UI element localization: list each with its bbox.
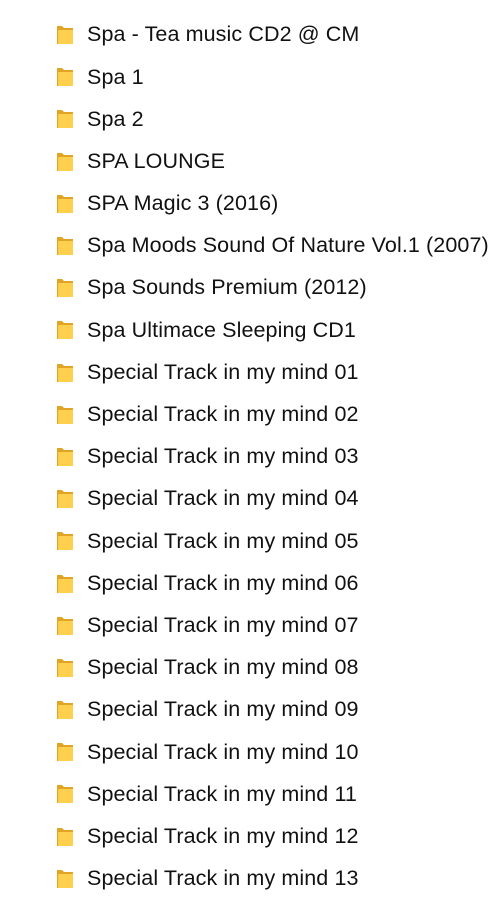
folder-icon xyxy=(55,615,75,637)
folder-icon xyxy=(55,826,75,848)
folder-icon xyxy=(55,362,75,384)
folder-icon xyxy=(55,66,75,88)
folder-icon xyxy=(55,699,75,721)
folder-icon xyxy=(55,319,75,341)
folder-name: Special Track in my mind 13 xyxy=(87,866,359,891)
folder-icon xyxy=(55,277,75,299)
folder-name: Spa 1 xyxy=(87,64,144,89)
folder-icon xyxy=(55,193,75,215)
folder-name: Special Track in my mind 03 xyxy=(87,444,359,469)
folder-name: Special Track in my mind 04 xyxy=(87,486,359,511)
folder-icon xyxy=(55,488,75,510)
folder-name: Special Track in my mind 06 xyxy=(87,570,359,595)
folder-name: SPA LOUNGE xyxy=(87,148,226,173)
folder-item[interactable]: Spa 2 xyxy=(40,98,500,140)
folder-icon xyxy=(55,741,75,763)
folder-icon xyxy=(55,108,75,130)
folder-item[interactable]: Special Track in my mind 05 xyxy=(40,520,500,562)
folder-item[interactable]: Spa Moods Sound Of Nature Vol.1 (2007) xyxy=(40,225,500,267)
folder-item[interactable]: Special Track in my mind 07 xyxy=(40,605,500,647)
folder-item[interactable]: SPA LOUNGE xyxy=(40,141,500,183)
folder-icon xyxy=(55,530,75,552)
folder-icon xyxy=(55,783,75,805)
folder-item[interactable]: Special Track in my mind 04 xyxy=(40,478,500,520)
folder-name: Spa - Tea music CD2 @ CM xyxy=(87,22,360,47)
folder-item[interactable]: Spa 1 xyxy=(40,56,500,98)
folder-list: Spa - Tea music CD2 @ CM Spa 1 Spa 2 SPA… xyxy=(0,0,500,900)
folder-name: Special Track in my mind 07 xyxy=(87,612,359,637)
folder-item[interactable]: Special Track in my mind 02 xyxy=(40,394,500,436)
folder-name: Special Track in my mind 10 xyxy=(87,739,359,764)
folder-name: Spa Moods Sound Of Nature Vol.1 (2007) xyxy=(87,233,489,258)
folder-icon xyxy=(55,657,75,679)
folder-name: Spa 2 xyxy=(87,106,144,131)
folder-item[interactable]: Special Track in my mind 12 xyxy=(40,816,500,858)
folder-name: Special Track in my mind 02 xyxy=(87,402,359,427)
folder-icon xyxy=(55,235,75,257)
folder-item[interactable]: Special Track in my mind 01 xyxy=(40,352,500,394)
folder-name: Special Track in my mind 01 xyxy=(87,359,359,384)
folder-item[interactable]: Special Track in my mind 08 xyxy=(40,647,500,689)
folder-icon xyxy=(55,446,75,468)
folder-item[interactable]: SPA Magic 3 (2016) xyxy=(40,183,500,225)
folder-icon xyxy=(55,868,75,890)
folder-item[interactable]: Spa Ultimace Sleeping CD1 xyxy=(40,309,500,351)
folder-name: Special Track in my mind 12 xyxy=(87,823,359,848)
folder-item[interactable]: Spa Sounds Premium (2012) xyxy=(40,267,500,309)
folder-name: Special Track in my mind 05 xyxy=(87,528,359,553)
folder-icon xyxy=(55,151,75,173)
folder-icon xyxy=(55,24,75,46)
folder-name: Spa Sounds Premium (2012) xyxy=(87,275,367,300)
folder-item[interactable]: Special Track in my mind 10 xyxy=(40,731,500,773)
folder-item[interactable]: Spa - Tea music CD2 @ CM xyxy=(40,14,500,56)
folder-item[interactable]: Special Track in my mind 13 xyxy=(40,858,500,900)
folder-name: Special Track in my mind 08 xyxy=(87,655,359,680)
folder-item[interactable]: Special Track in my mind 06 xyxy=(40,562,500,604)
folder-item[interactable]: Special Track in my mind 09 xyxy=(40,689,500,731)
folder-name: Special Track in my mind 09 xyxy=(87,697,359,722)
folder-item[interactable]: Special Track in my mind 03 xyxy=(40,436,500,478)
folder-item[interactable]: Special Track in my mind 11 xyxy=(40,773,500,815)
folder-icon xyxy=(55,404,75,426)
folder-name: SPA Magic 3 (2016) xyxy=(87,191,279,216)
folder-name: Special Track in my mind 11 xyxy=(87,781,357,806)
folder-icon xyxy=(55,573,75,595)
folder-name: Spa Ultimace Sleeping CD1 xyxy=(87,317,356,342)
